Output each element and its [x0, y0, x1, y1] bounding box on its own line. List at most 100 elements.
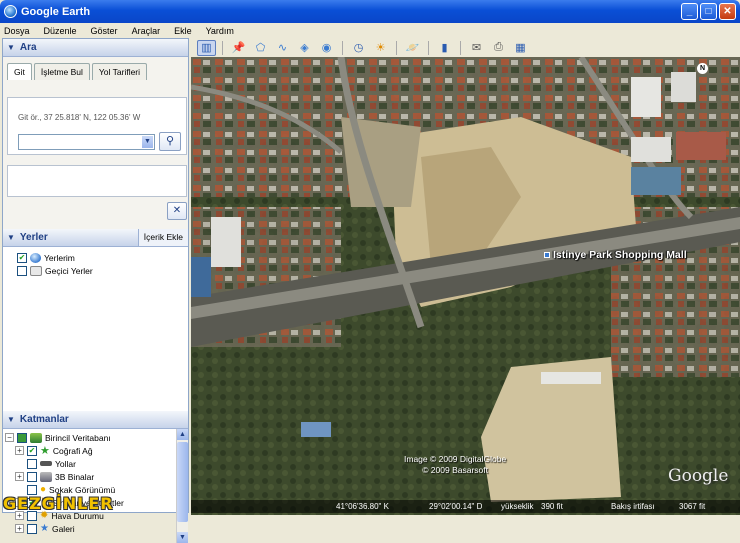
minimize-button[interactable]: _ [681, 3, 698, 20]
historical-imagery-button[interactable]: ◷ [349, 40, 368, 56]
layer-item-gallery[interactable]: + ★ Galeri [5, 522, 188, 535]
checkbox[interactable] [17, 265, 27, 276]
collapse-triangle-icon[interactable]: ▼ [7, 415, 15, 424]
layer-item-label: Sokak Görünümü [49, 484, 116, 495]
layer-item-primary-database[interactable]: − Birincil Veritabanı [5, 431, 188, 444]
add-path-button[interactable]: ∿ [273, 40, 292, 56]
search-hint: Git ör., 37 25.818' N, 122 05.36' W [18, 113, 141, 122]
sidebar-toggle-button[interactable]: ▥ [197, 39, 216, 56]
checkbox[interactable] [27, 484, 37, 495]
layer-item-roads[interactable]: Yollar [5, 457, 188, 470]
menu-add[interactable]: Ekle [174, 26, 192, 36]
google-logo: Google [668, 466, 729, 486]
checkbox[interactable] [17, 432, 27, 443]
search-panel-title: Ara [19, 42, 37, 53]
polygon-icon: ⬠ [255, 42, 266, 54]
switch-sky-button[interactable]: 🪐 [403, 40, 422, 56]
layer-item-geographic-web[interactable]: + ✔ ★ Coğrafi Ağ [5, 444, 188, 457]
scroll-thumb[interactable] [177, 442, 188, 522]
building-icon [40, 471, 52, 482]
place-label-text: Istinye Park Shopping Mall [553, 249, 687, 261]
road-icon [40, 461, 52, 466]
sun-icon: ☀ [375, 42, 386, 54]
checkbox[interactable]: ✔ [27, 445, 37, 456]
add-polygon-button[interactable]: ⬠ [251, 40, 270, 56]
layer-item-label: Coğrafi Ağ [52, 445, 93, 456]
add-content-button[interactable]: İçerik Ekle [137, 229, 188, 246]
latitude-readout: 41°06'36.80" K [336, 502, 389, 511]
planet-icon: 🪐 [405, 42, 420, 54]
sidebar: ▼ Ara Git İşletme Bul Yol Tarifleri Git … [2, 38, 189, 543]
add-overlay-button[interactable]: ◈ [295, 40, 314, 56]
menu-tools[interactable]: Araçlar [132, 26, 161, 36]
record-tour-button[interactable]: ◉ [317, 40, 336, 56]
ruler-button[interactable]: ▮ [435, 40, 454, 56]
toolbar: ▥ 📌 ⬠ ∿ ◈ ◉ ◷ ☀ 🪐 ▮ ✉ ⎙ ▦ [191, 38, 740, 57]
collapse-triangle-icon[interactable]: ▼ [7, 233, 15, 242]
star-icon: ★ [40, 445, 50, 457]
places-panel-title: Yerler [19, 232, 48, 243]
map-view[interactable]: N Istinye Park Shopping Mall Image © 200… [191, 57, 740, 515]
checkbox[interactable] [27, 458, 37, 469]
maximize-button[interactable]: □ [700, 3, 717, 20]
dropdown-arrow-icon[interactable]: ▼ [142, 136, 153, 148]
checkbox[interactable]: ✔ [17, 252, 27, 263]
folder-icon [30, 265, 42, 276]
ruler-icon: ▮ [441, 42, 448, 54]
menu-view[interactable]: Göster [91, 26, 118, 36]
tab-directions[interactable]: Yol Tarifleri [91, 63, 148, 80]
imagery-copyright: Image © 2009 DigitalGlobe © 2009 Basarso… [404, 454, 506, 476]
add-placemark-button[interactable]: 📌 [229, 40, 248, 56]
places-item-label: Geçici Yerler [45, 265, 93, 276]
close-icon: ✕ [172, 205, 182, 216]
north-compass-icon[interactable]: N [697, 63, 708, 74]
checkbox[interactable] [27, 523, 37, 534]
layers-panel-header[interactable]: ▼ Katmanlar [3, 411, 188, 429]
eye-altitude-value: 3067 fit [679, 502, 706, 511]
layer-item-3d-buildings[interactable]: + 3B Binalar [5, 470, 188, 483]
layer-item-label: Yollar [55, 458, 76, 469]
tab-fly-to[interactable]: Git [7, 63, 32, 80]
expand-icon[interactable]: + [15, 524, 24, 533]
print-button[interactable]: ⎙ [489, 40, 508, 56]
collapse-icon[interactable]: − [5, 433, 14, 442]
window-title: Google Earth [21, 5, 91, 18]
sidebar-icon: ▥ [201, 42, 212, 54]
place-label[interactable]: Istinye Park Shopping Mall [544, 249, 687, 261]
collapse-triangle-icon[interactable]: ▼ [7, 43, 15, 52]
expand-icon[interactable]: + [15, 472, 24, 481]
menu-file[interactable]: Dosya [4, 26, 30, 36]
places-item-my-places[interactable]: ✔ Yerlerim [9, 251, 188, 264]
search-input[interactable]: ▼ [18, 134, 155, 150]
elevation-label: yükseklik [501, 502, 534, 511]
search-results-list[interactable] [7, 165, 187, 197]
places-item-temporary[interactable]: Geçici Yerler [9, 264, 188, 277]
layers-panel-title: Katmanlar [19, 414, 69, 425]
close-button[interactable]: ✕ [719, 3, 736, 20]
path-icon: ∿ [277, 42, 288, 54]
search-panel-header[interactable]: ▼ Ara [3, 39, 188, 57]
search-button[interactable]: ⚲ [159, 132, 181, 151]
menu-edit[interactable]: Düzenle [44, 26, 77, 36]
layers-scrollbar[interactable]: ▲ ▼ [176, 429, 188, 543]
email-button[interactable]: ✉ [467, 40, 486, 56]
places-panel-header[interactable]: ▼ Yerler İçerik Ekle [3, 229, 188, 247]
expand-icon[interactable]: + [15, 446, 24, 455]
view-in-maps-button[interactable]: ▦ [511, 40, 530, 56]
status-bar: 41°06'36.80" K 29°02'00.14" D yükseklik … [191, 500, 740, 513]
longitude-readout: 29°02'00.14" D [429, 502, 483, 511]
tab-find-business[interactable]: İşletme Bul [33, 63, 90, 80]
menu-help[interactable]: Yardım [206, 26, 234, 36]
checkbox[interactable] [27, 471, 37, 482]
place-marker-icon [544, 252, 550, 258]
scroll-down-arrow-icon[interactable]: ▼ [177, 532, 188, 543]
sunlight-button[interactable]: ☀ [371, 40, 390, 56]
tour-icon: ◉ [321, 42, 332, 54]
google-earth-icon [4, 5, 17, 18]
clear-search-button[interactable]: ✕ [167, 202, 187, 220]
pushpin-icon: 📌 [231, 42, 246, 54]
scroll-up-arrow-icon[interactable]: ▲ [177, 429, 188, 440]
clock-icon: ◷ [353, 42, 364, 54]
layers-tree: − Birincil Veritabanı + ✔ ★ Coğrafi Ağ Y… [3, 429, 188, 543]
fly-to-body: Git ör., 37 25.818' N, 122 05.36' W ▼ ⚲ [7, 97, 187, 155]
